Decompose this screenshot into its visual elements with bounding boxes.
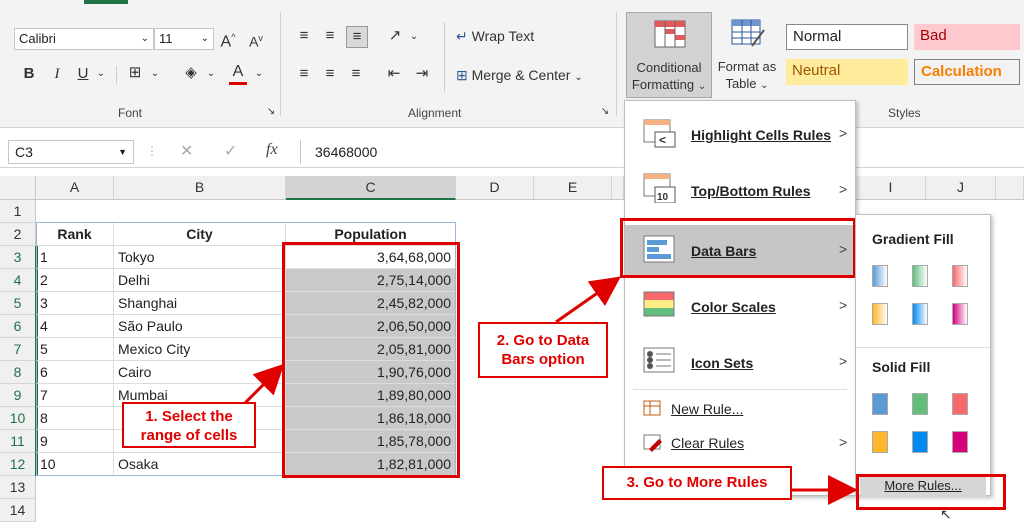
callout-line: 1. Select the [145,408,233,425]
callout-line: Bars option [501,351,585,368]
arrow-2 [555,276,621,324]
callout-select-range: 1. Select the range of cells [122,402,256,448]
excel-window: Calibri ⌄ 11 ⌄ A^ Av B I U ⌄ ⊞ ⌄ ◈ ⌄ A ⌄ F… [0,0,1024,523]
callout-more-rules: 3. Go to More Rules [602,466,792,500]
callout-data-bars: 2. Go to Data Bars option [478,322,608,378]
callout-line: range of cells [140,427,238,444]
callout-line: 2. Go to Data [496,332,590,349]
arrow-1 [242,363,285,406]
